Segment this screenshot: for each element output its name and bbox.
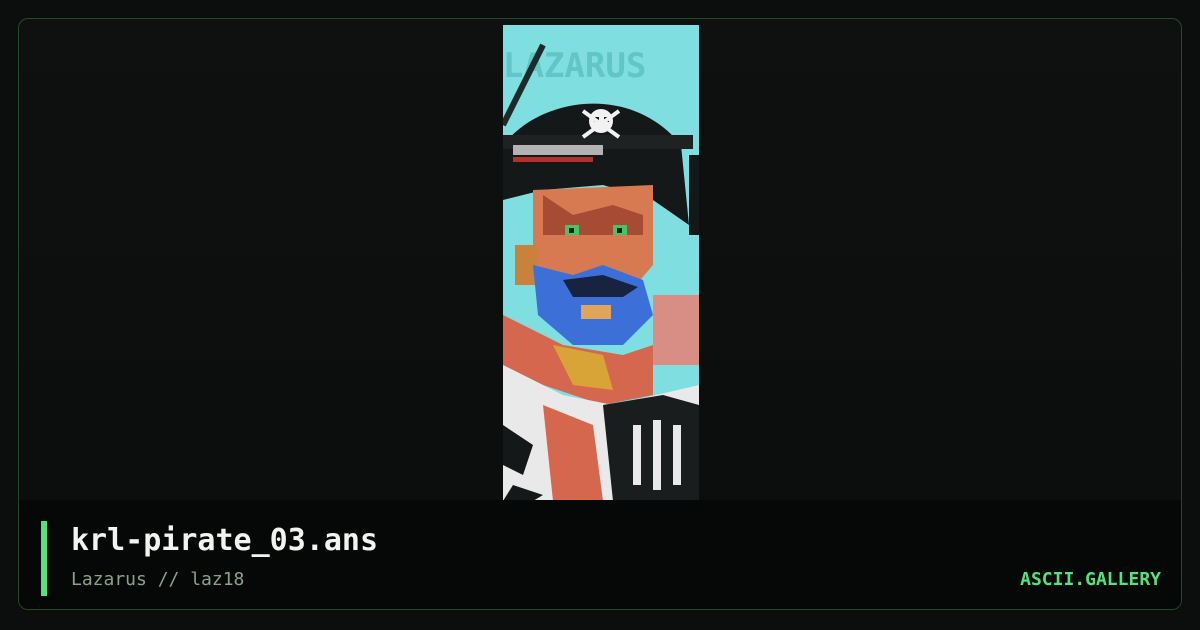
artwork-info-footer: krl-pirate_03.ans Lazarus // laz18 ASCII…	[19, 500, 1181, 609]
site-brand: ASCII.GALLERY	[1020, 569, 1161, 590]
artwork-filename: krl-pirate_03.ans	[71, 523, 379, 558]
pirate-ansi-artwork: LAZARUS	[503, 25, 699, 501]
preview-card: LAZARUS krl-pirate_03.ans Lazarus // laz…	[18, 18, 1182, 610]
accent-bar	[41, 521, 47, 596]
artwork-preview-image: LAZARUS	[503, 25, 699, 501]
artist-credit: Lazarus // laz18	[71, 569, 245, 590]
